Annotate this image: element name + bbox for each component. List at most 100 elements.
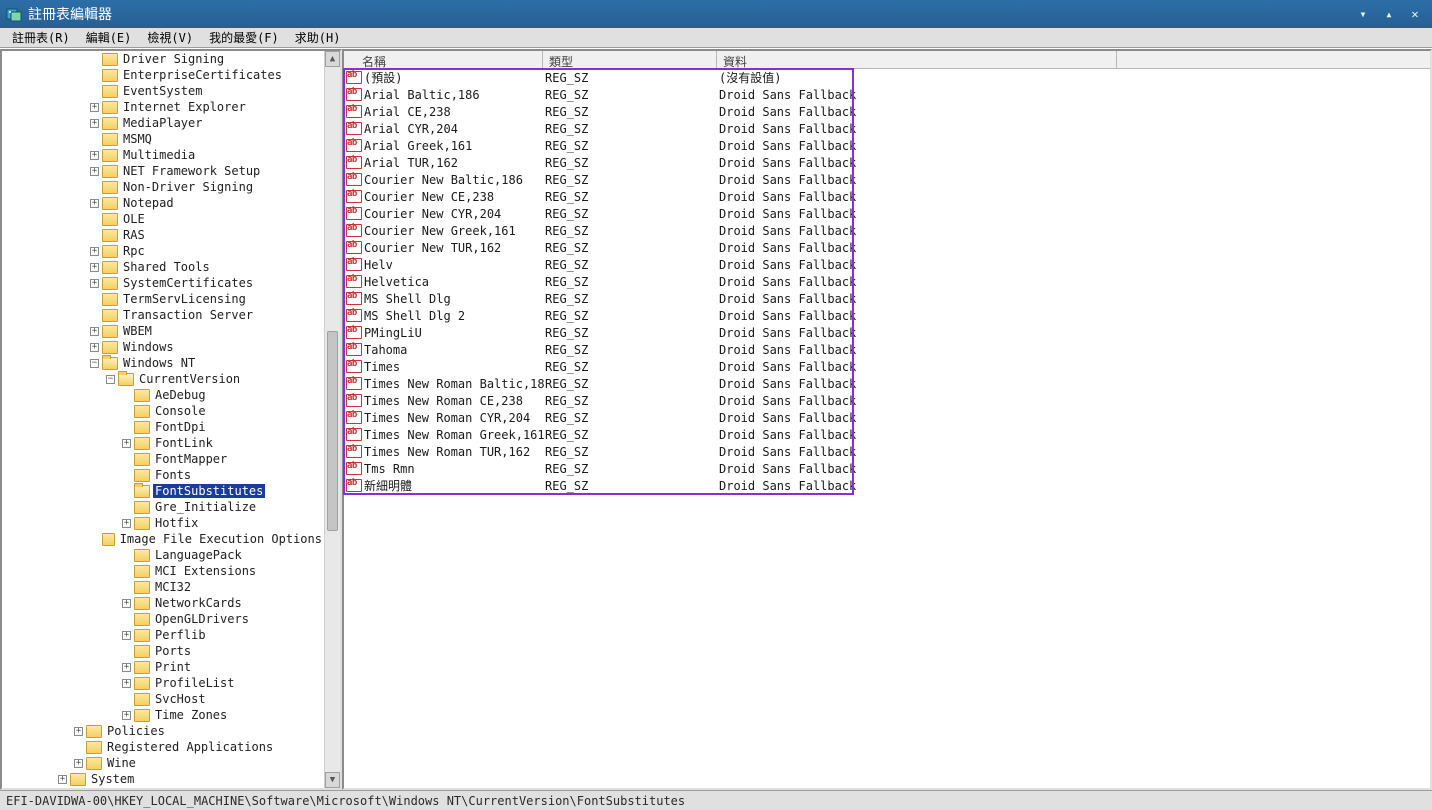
expand-toggle[interactable]: + — [74, 727, 83, 736]
tree-node-time-zones[interactable]: +Time Zones — [2, 707, 324, 723]
folder-icon — [102, 69, 118, 82]
tree-node-wbem[interactable]: +WBEM — [2, 323, 324, 339]
tree-node-perflib[interactable]: +Perflib — [2, 627, 324, 643]
tree-node-system-certs[interactable]: +SystemCertificates — [2, 275, 324, 291]
expand-toggle[interactable]: + — [74, 759, 83, 768]
maximize-button[interactable]: ▴ — [1378, 4, 1400, 24]
tree-node-driver-signing[interactable]: Driver Signing — [2, 51, 324, 67]
string-value-icon — [346, 224, 362, 238]
tree-node-hotfix[interactable]: +Hotfix — [2, 515, 324, 531]
tree-node-transaction-server[interactable]: Transaction Server — [2, 307, 324, 323]
menu-registry[interactable]: 註冊表(R) — [4, 27, 78, 48]
scroll-thumb[interactable] — [327, 331, 338, 531]
tree-node-mci32[interactable]: MCI32 — [2, 579, 324, 595]
tree-node-windows-nt[interactable]: −Windows NT — [2, 355, 324, 371]
menu-edit[interactable]: 編輯(E) — [78, 27, 140, 48]
tree-node-ras[interactable]: RAS — [2, 227, 324, 243]
expand-toggle[interactable]: + — [122, 439, 131, 448]
string-value-icon — [346, 360, 362, 374]
tree-node-termserv[interactable]: TermServLicensing — [2, 291, 324, 307]
tree-node-current-version[interactable]: − CurrentVersion — [2, 371, 324, 387]
tree-scrollbar[interactable]: ▲ ▼ — [324, 51, 340, 788]
tree-node-system[interactable]: +System — [2, 771, 324, 787]
list-body: (預設)REG_SZ(沒有設值)Arial Baltic,186REG_SZDr… — [344, 69, 1430, 788]
tree-node-gre-initialize[interactable]: Gre_Initialize — [2, 499, 324, 515]
expand-toggle[interactable]: + — [122, 663, 131, 672]
folder-icon — [134, 565, 150, 578]
col-extra-header[interactable] — [1117, 51, 1430, 68]
tree-node-net-framework[interactable]: +NET Framework Setup — [2, 163, 324, 179]
expand-toggle[interactable]: + — [122, 711, 131, 720]
folder-icon — [134, 645, 150, 658]
expand-toggle[interactable]: + — [58, 775, 67, 784]
tree-label: CurrentVersion — [137, 372, 242, 386]
close-button[interactable]: ✕ — [1404, 4, 1426, 24]
expand-toggle[interactable]: − — [90, 359, 99, 368]
menu-favorites[interactable]: 我的最愛(F) — [201, 27, 287, 48]
tree-node-policies[interactable]: +Policies — [2, 723, 324, 739]
scroll-down-button[interactable]: ▼ — [325, 772, 340, 788]
folder-icon — [134, 597, 150, 610]
tree-node-aedebug[interactable]: AeDebug — [2, 387, 324, 403]
tree-node-fontlink[interactable]: +FontLink — [2, 435, 324, 451]
folder-icon — [86, 741, 102, 754]
tree-node-rpc[interactable]: + Rpc — [2, 243, 324, 259]
tree-node-shared-tools[interactable]: +Shared Tools — [2, 259, 324, 275]
expand-toggle[interactable]: + — [90, 103, 99, 112]
tree-node-media-player[interactable]: +MediaPlayer — [2, 115, 324, 131]
col-type-header[interactable]: 類型 — [543, 51, 717, 68]
tree-node-image-file-exec[interactable]: Image File Execution Options — [2, 531, 324, 547]
tree-node-non-driver-signing[interactable]: Non-Driver Signing — [2, 179, 324, 195]
expand-toggle[interactable]: + — [90, 167, 99, 176]
tree-node-notepad[interactable]: +Notepad — [2, 195, 324, 211]
tree-node-msmq[interactable]: MSMQ — [2, 131, 324, 147]
expand-toggle[interactable]: + — [90, 343, 99, 352]
tree-node-print[interactable]: +Print — [2, 659, 324, 675]
expand-toggle[interactable]: + — [90, 119, 99, 128]
tree-node-profile-list[interactable]: +ProfileList — [2, 675, 324, 691]
tree-node-multimedia[interactable]: +Multimedia — [2, 147, 324, 163]
folder-icon — [134, 485, 150, 498]
folder-icon — [134, 517, 150, 530]
tree-node-network-cards[interactable]: +NetworkCards — [2, 595, 324, 611]
menu-view[interactable]: 檢視(V) — [139, 27, 201, 48]
expand-toggle[interactable]: + — [90, 199, 99, 208]
expand-toggle[interactable]: + — [90, 151, 99, 160]
tree-node-wine[interactable]: +Wine — [2, 755, 324, 771]
tree-node-internet-explorer[interactable]: +Internet Explorer — [2, 99, 324, 115]
col-name-header[interactable]: 名稱 — [344, 51, 543, 68]
minimize-button[interactable]: ▾ — [1352, 4, 1374, 24]
scroll-up-button[interactable]: ▲ — [325, 51, 340, 67]
tree-node-ole[interactable]: OLE — [2, 211, 324, 227]
tree-node-fontsubstitutes[interactable]: FontSubstitutes — [2, 483, 324, 499]
expand-toggle[interactable]: + — [122, 631, 131, 640]
expand-toggle[interactable]: + — [122, 599, 131, 608]
expand-toggle[interactable]: + — [90, 263, 99, 272]
col-data-header[interactable]: 資料 — [717, 51, 1117, 68]
expand-toggle[interactable]: + — [90, 279, 99, 288]
tree-node-ports[interactable]: Ports — [2, 643, 324, 659]
tree-node-fontmapper[interactable]: FontMapper — [2, 451, 324, 467]
tree-node-mci-extensions[interactable]: MCI Extensions — [2, 563, 324, 579]
folder-icon — [86, 725, 102, 738]
tree-node-fontdpi[interactable]: FontDpi — [2, 419, 324, 435]
tree-node-svchost[interactable]: SvcHost — [2, 691, 324, 707]
tree-node-fonts[interactable]: Fonts — [2, 467, 324, 483]
menu-help[interactable]: 求助(H) — [287, 27, 349, 48]
tree-label: Rpc — [121, 244, 147, 258]
tree-node-console[interactable]: Console — [2, 403, 324, 419]
tree-label: Driver Signing — [121, 52, 226, 66]
tree-node-opengl-drivers[interactable]: OpenGLDrivers — [2, 611, 324, 627]
tree-node-registered-apps[interactable]: Registered Applications — [2, 739, 324, 755]
status-path: EFI-DAVIDWA-00\HKEY_LOCAL_MACHINE\Softwa… — [6, 794, 685, 808]
tree-node-event-system[interactable]: EventSystem — [2, 83, 324, 99]
string-value-icon — [346, 275, 362, 289]
tree-node-enterprise-certs[interactable]: EnterpriseCertificates — [2, 67, 324, 83]
expand-toggle[interactable]: − — [106, 375, 115, 384]
tree-node-windows[interactable]: +Windows — [2, 339, 324, 355]
expand-toggle[interactable]: + — [122, 519, 131, 528]
tree-node-language-pack[interactable]: LanguagePack — [2, 547, 324, 563]
expand-toggle[interactable]: + — [90, 247, 99, 256]
expand-toggle[interactable]: + — [122, 679, 131, 688]
expand-toggle[interactable]: + — [90, 327, 99, 336]
